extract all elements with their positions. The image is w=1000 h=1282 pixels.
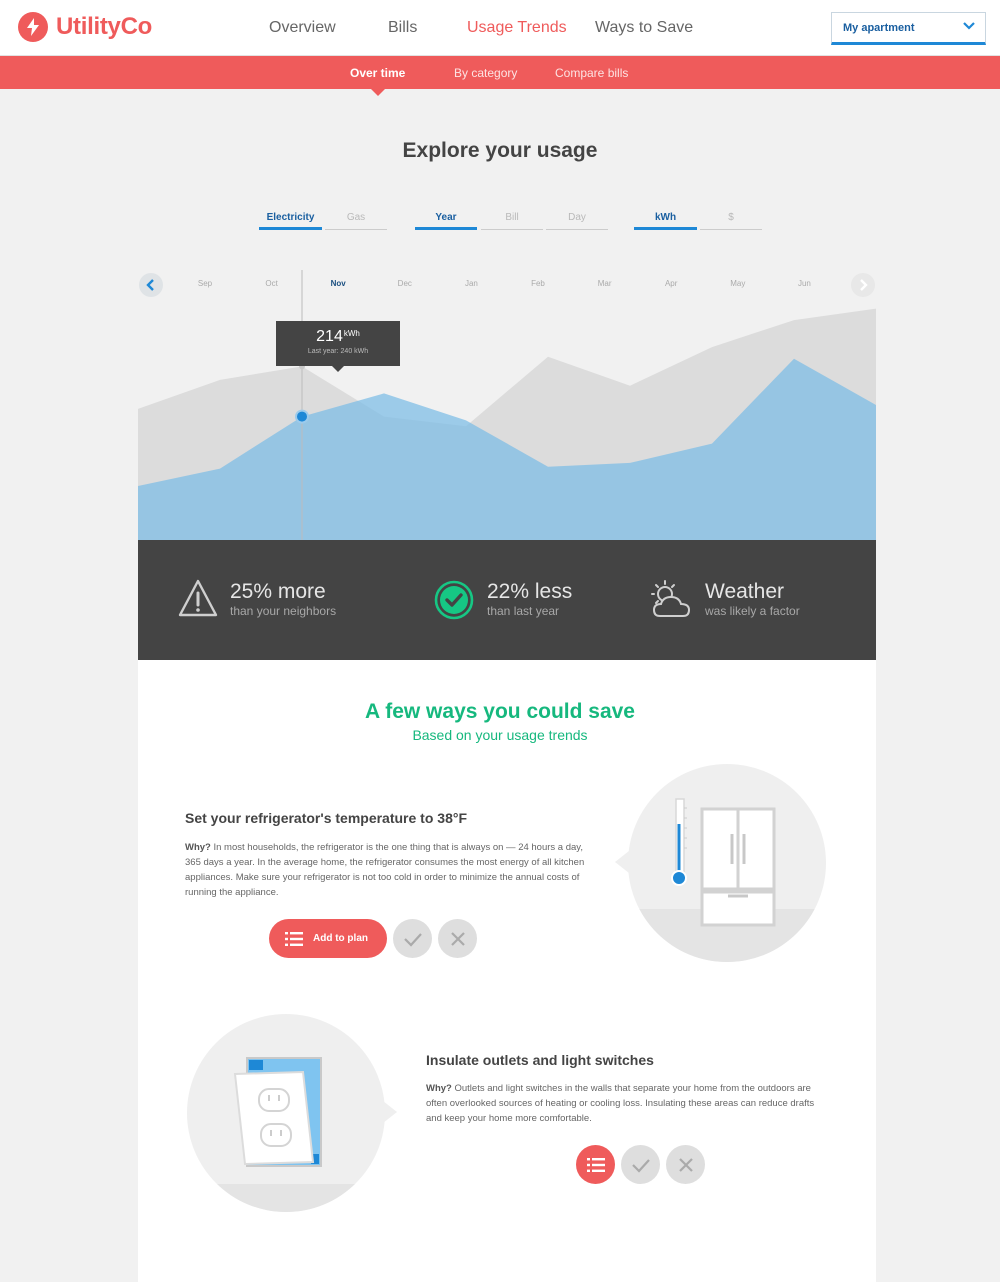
tip-fridge-dismiss-button[interactable] — [438, 919, 477, 958]
active-tab-caret — [371, 89, 385, 96]
stat-weather-label: was likely a factor — [705, 604, 800, 618]
add-to-plan-button[interactable]: Add to plan — [269, 919, 387, 958]
subnav-by-category[interactable]: By category — [454, 66, 517, 80]
toggle-day[interactable]: Day — [546, 212, 608, 230]
close-icon — [678, 1157, 693, 1172]
stat-last-year-value: 22% less — [487, 580, 573, 603]
tip-outlet-done-button[interactable] — [621, 1145, 660, 1184]
top-navigation: UtilityCo Overview Bills Usage Trends Wa… — [0, 0, 1000, 56]
weather-icon — [651, 580, 691, 617]
chevron-down-icon — [963, 22, 975, 30]
toggle-electricity[interactable]: Electricity — [259, 212, 322, 230]
stat-neighbors-label: than your neighbors — [230, 604, 337, 618]
toggle-gas[interactable]: Gas — [325, 212, 387, 230]
stat-neighbors-value: 25% more — [230, 580, 326, 603]
stats-band: 25% more than your neighbors 22% less th… — [138, 540, 876, 660]
savings-title: A few ways you could save — [365, 700, 635, 723]
add-to-plan-label: Add to plan — [313, 933, 368, 944]
subnav-over-time[interactable]: Over time — [350, 66, 405, 80]
tip-fridge-body: Why? In most households, the refrigerato… — [185, 840, 585, 900]
tip-outlet-text: Outlets and light switches in the walls … — [426, 1083, 815, 1124]
refrigerator-icon — [628, 798, 826, 962]
account-select[interactable]: My apartment — [831, 12, 986, 45]
toggle-dollars[interactable]: $ — [700, 212, 762, 230]
brand-name: UtilityCo — [56, 13, 152, 40]
tip-fridge-why: Why? — [185, 842, 211, 853]
tip-outlet-why: Why? — [426, 1083, 452, 1094]
lightning-icon — [18, 12, 48, 42]
outlet-illustration — [187, 1014, 385, 1212]
tip-outlet-dismiss-button[interactable] — [666, 1145, 705, 1184]
tip-fridge-pointer — [615, 851, 629, 873]
tooltip-unit: kWh — [343, 329, 360, 338]
stat-last-year-label: than last year — [487, 604, 560, 618]
tooltip-value: 214 — [316, 328, 343, 345]
nav-usage-trends[interactable]: Usage Trends — [467, 19, 567, 37]
selected-point[interactable] — [295, 409, 309, 424]
stat-weather-value: Weather — [705, 580, 784, 603]
warning-icon — [178, 579, 218, 617]
account-select-value: My apartment — [843, 22, 915, 34]
subnav-compare-bills[interactable]: Compare bills — [555, 66, 628, 80]
list-icon — [586, 1157, 605, 1172]
tip-outlet-add-button[interactable] — [576, 1145, 615, 1184]
tip-outlet-pointer — [383, 1101, 397, 1123]
tooltip-last-year: Last year: 240 kWh — [307, 348, 369, 355]
check-icon — [403, 932, 422, 947]
outlet-icon — [187, 1057, 385, 1212]
check-icon — [631, 1158, 650, 1173]
toggle-kwh[interactable]: kWh — [634, 212, 697, 230]
tip-fridge-title: Set your refrigerator's temperature to 3… — [185, 810, 468, 826]
check-circle-icon — [434, 580, 474, 620]
page-title: Explore your usage — [402, 139, 598, 162]
tip-fridge-done-button[interactable] — [393, 919, 432, 958]
brand-logo[interactable]: UtilityCo — [18, 12, 152, 42]
usage-area-chart[interactable] — [138, 270, 876, 540]
tooltip-caret — [332, 366, 344, 372]
toggle-bill[interactable]: Bill — [481, 212, 543, 230]
nav-ways-to-save[interactable]: Ways to Save — [595, 19, 693, 37]
tip-fridge-text: In most households, the refrigerator is … — [185, 842, 585, 898]
nav-overview[interactable]: Overview — [269, 19, 336, 37]
toggle-year[interactable]: Year — [415, 212, 477, 230]
fridge-illustration — [628, 764, 826, 962]
list-icon — [285, 931, 303, 946]
chart-tooltip: 214kWh Last year: 240 kWh — [276, 321, 400, 366]
sub-navigation: Over time By category Compare bills — [0, 56, 1000, 89]
nav-bills[interactable]: Bills — [388, 19, 417, 37]
tip-outlet-title: Insulate outlets and light switches — [426, 1052, 654, 1068]
tip-outlet-body: Why? Outlets and light switches in the w… — [426, 1081, 826, 1126]
close-icon — [450, 931, 465, 946]
savings-subtitle: Based on your usage trends — [412, 727, 588, 743]
